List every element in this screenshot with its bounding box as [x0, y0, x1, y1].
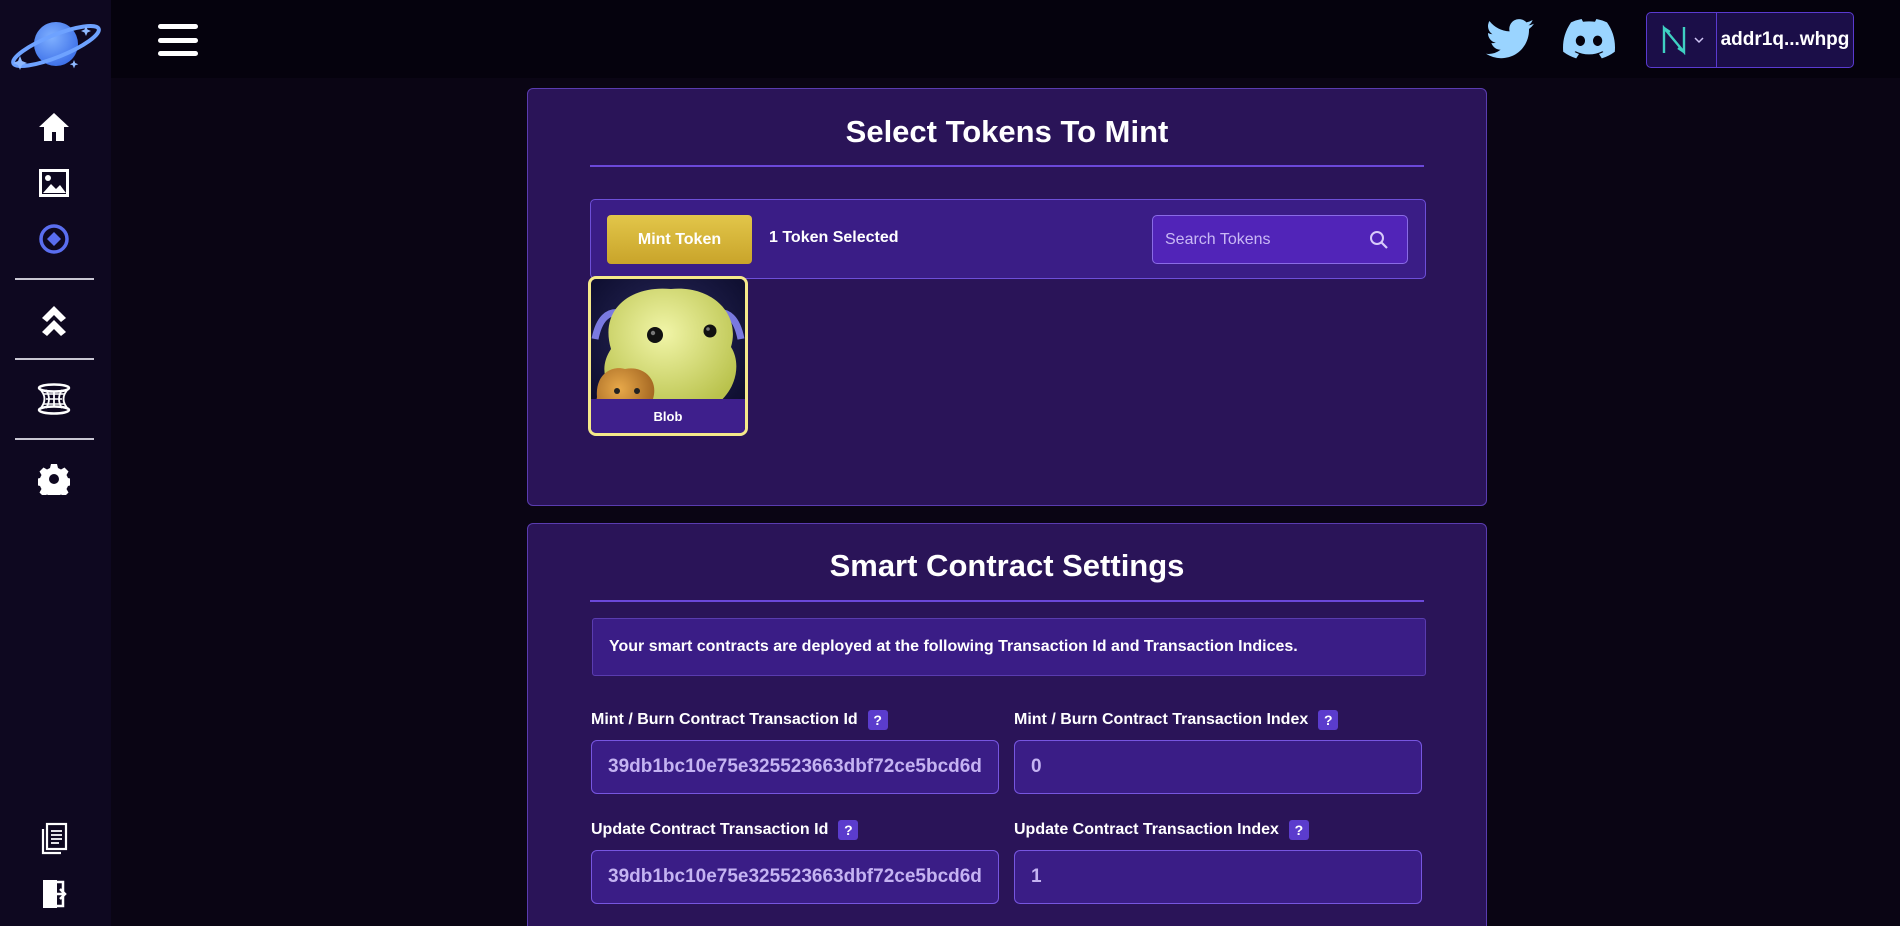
planet-logo[interactable]	[8, 16, 104, 74]
title-divider	[590, 600, 1424, 602]
wormhole-icon[interactable]	[35, 380, 73, 418]
selected-count: 1 Token Selected	[769, 229, 899, 246]
help-icon[interactable]: ?	[867, 710, 888, 730]
sidebar-divider	[15, 438, 94, 440]
sidebar-divider	[15, 278, 94, 280]
top-bar	[111, 0, 1900, 78]
title-divider	[590, 165, 1424, 167]
update-tx-id-input[interactable]	[591, 850, 999, 904]
nami-wallet-icon	[1662, 25, 1685, 55]
double-chevron-up-icon[interactable]	[35, 300, 73, 338]
token-name: Blob	[591, 399, 745, 433]
panel-title: Smart Contract Settings	[829, 548, 1185, 583]
help-icon[interactable]: ?	[1288, 820, 1309, 840]
sidebar	[0, 0, 111, 926]
update-tx-index-input[interactable]	[1014, 850, 1422, 904]
image-icon[interactable]	[35, 164, 73, 202]
panel-title: Select Tokens To Mint	[845, 114, 1169, 149]
mint-target-icon[interactable]	[35, 220, 73, 258]
contract-settings-panel: Smart Contract Settings Your smart contr…	[527, 523, 1487, 926]
gear-icon[interactable]	[35, 460, 73, 498]
chevron-down-icon	[1693, 37, 1704, 44]
help-icon[interactable]: ?	[1318, 710, 1339, 730]
search-icon[interactable]	[1369, 230, 1389, 250]
mint-burn-tx-index-label: Mint / Burn Contract Transaction Index ?	[1014, 710, 1339, 730]
sidebar-divider	[15, 358, 94, 360]
mint-panel: Select Tokens To Mint Mint Token 1 Token…	[527, 88, 1487, 506]
twitter-icon[interactable]	[1484, 16, 1536, 62]
discord-icon[interactable]	[1563, 16, 1615, 62]
wallet-provider-select[interactable]	[1647, 13, 1717, 67]
search-box[interactable]	[1152, 215, 1408, 264]
documents-icon[interactable]	[35, 820, 73, 858]
update-tx-id-label: Update Contract Transaction Id ?	[591, 820, 859, 840]
logout-icon[interactable]	[35, 875, 73, 913]
token-card[interactable]: Blob	[588, 276, 748, 436]
search-input[interactable]	[1165, 216, 1365, 263]
wallet-connect[interactable]: addr1q...whpg	[1646, 12, 1854, 68]
update-tx-index-label: Update Contract Transaction Index ?	[1014, 820, 1309, 840]
mint-toolbar: Mint Token 1 Token Selected	[590, 199, 1426, 279]
wallet-address: addr1q...whpg	[1720, 29, 1850, 50]
home-icon[interactable]	[35, 108, 73, 146]
hamburger-icon[interactable]	[158, 24, 198, 56]
mint-token-button[interactable]: Mint Token	[607, 215, 752, 264]
mint-burn-tx-id-label: Mint / Burn Contract Transaction Id ?	[591, 710, 888, 730]
mint-burn-tx-index-input[interactable]	[1014, 740, 1422, 794]
help-icon[interactable]: ?	[838, 820, 859, 840]
mint-burn-tx-id-input[interactable]	[591, 740, 999, 794]
info-message: Your smart contracts are deployed at the…	[592, 618, 1426, 676]
